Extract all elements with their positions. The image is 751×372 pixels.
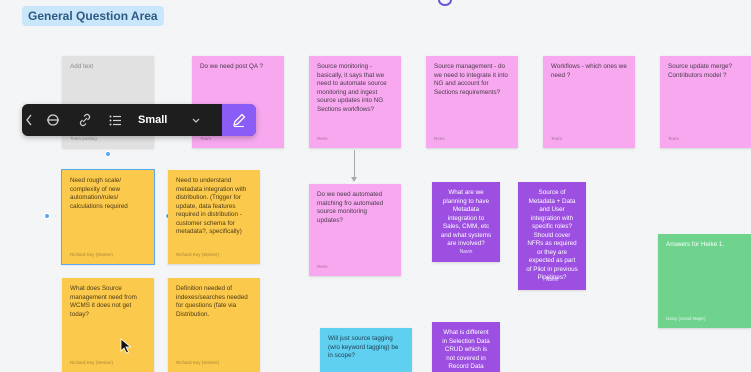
sticky-author: Navin: [545, 277, 559, 284]
sticky-text: What is different in Selection Data CRUD…: [442, 329, 490, 372]
whiteboard-canvas[interactable]: General Question Area Add text Team post…: [0, 0, 751, 372]
sticky-note[interactable]: Answers for Heike 1. Daisy (Sonal Majer): [658, 234, 751, 328]
sticky-text: Source of Metadata + Data and User integ…: [526, 189, 578, 281]
sticky-note[interactable]: Source of Metadata + Data and User integ…: [518, 182, 586, 290]
mouse-pointer-icon: [120, 338, 132, 359]
sticky-author: Team: [668, 135, 680, 141]
sticky-note[interactable]: What are we planning to have Metadata in…: [432, 182, 500, 262]
sticky-format-toolbar: Small: [22, 104, 256, 136]
sticky-author: Team: [551, 135, 563, 141]
sticky-text: Will just source tagging (w/o keyword ta…: [328, 335, 399, 359]
sticky-note[interactable]: Source monitoring - basically, it says t…: [309, 56, 401, 148]
sticky-note[interactable]: Source update merge? Contributors model …: [660, 56, 751, 148]
sticky-author: Richard Key (Steiner): [176, 251, 220, 257]
sticky-note[interactable]: What is different in Selection Data CRUD…: [432, 322, 500, 372]
sticky-text: What does Source management need from WC…: [70, 285, 137, 318]
sticky-text: Add text: [70, 63, 94, 70]
sticky-note[interactable]: Workflows - which ones we need ? Team: [543, 56, 635, 148]
resize-handle[interactable]: [44, 213, 50, 219]
sticky-text: Do we need post QA ?: [200, 63, 264, 70]
sticky-note[interactable]: Need to understand metadata integration …: [168, 170, 260, 264]
section-title[interactable]: General Question Area: [22, 6, 164, 26]
sticky-text: Source update merge? Contributors model …: [668, 63, 733, 79]
list-icon[interactable]: [100, 104, 130, 136]
font-size-select[interactable]: Small: [130, 104, 208, 136]
sticky-author: Richard Key (Steiner): [70, 251, 114, 257]
sticky-author: Richard Key (Steiner): [70, 359, 114, 365]
sticky-note[interactable]: Do we need automated matching fro automa…: [309, 184, 401, 276]
sticky-note[interactable]: Definition needed of indexes/searches ne…: [168, 278, 260, 372]
sticky-text: Source management - do we need to integr…: [434, 63, 508, 96]
sticky-note[interactable]: What does Source management need from WC…: [62, 278, 154, 372]
arrow-head-icon: [351, 177, 357, 182]
sticky-author: Navin: [459, 249, 473, 256]
sticky-author: Rens: [317, 263, 328, 269]
pen-icon[interactable]: [222, 104, 256, 136]
sticky-author: Richard Key (Steiner): [176, 359, 220, 365]
sticky-text: What are we planning to have Metadata in…: [440, 189, 492, 247]
rectangle-icon[interactable]: [22, 104, 36, 136]
sticky-note[interactable]: Will just source tagging (w/o keyword ta…: [320, 328, 412, 372]
sticky-text: Need rough scale/ complexity of new auto…: [70, 177, 128, 210]
resize-handle[interactable]: [105, 151, 111, 157]
sticky-text: Do we need automated matching fro automa…: [317, 191, 384, 224]
sticky-text: Workflows - which ones we need ?: [551, 63, 627, 79]
sticky-text: Need to understand metadata integration …: [176, 177, 247, 235]
chevron-down-icon: [192, 114, 200, 126]
font-size-label: Small: [138, 114, 168, 126]
sticky-text: Definition needed of indexes/searches ne…: [176, 285, 248, 318]
strikethrough-icon[interactable]: [36, 104, 70, 136]
sticky-author: Daisy (Sonal Majer): [666, 315, 706, 321]
sticky-author: Team posting: [70, 135, 97, 141]
collaborator-cursor-icon: [438, 0, 452, 6]
sticky-text: Source monitoring - basically, it says t…: [317, 63, 387, 113]
sticky-text: Answers for Heike 1.: [666, 241, 725, 248]
sticky-author: Team: [200, 135, 212, 141]
link-icon[interactable]: [70, 104, 100, 136]
sticky-note[interactable]: Need rough scale/ complexity of new auto…: [61, 169, 155, 265]
sticky-author: Rens: [434, 135, 445, 141]
sticky-author: Rens: [317, 135, 328, 141]
connector-line[interactable]: [354, 150, 355, 180]
sticky-note[interactable]: Source management - do we need to integr…: [426, 56, 518, 148]
